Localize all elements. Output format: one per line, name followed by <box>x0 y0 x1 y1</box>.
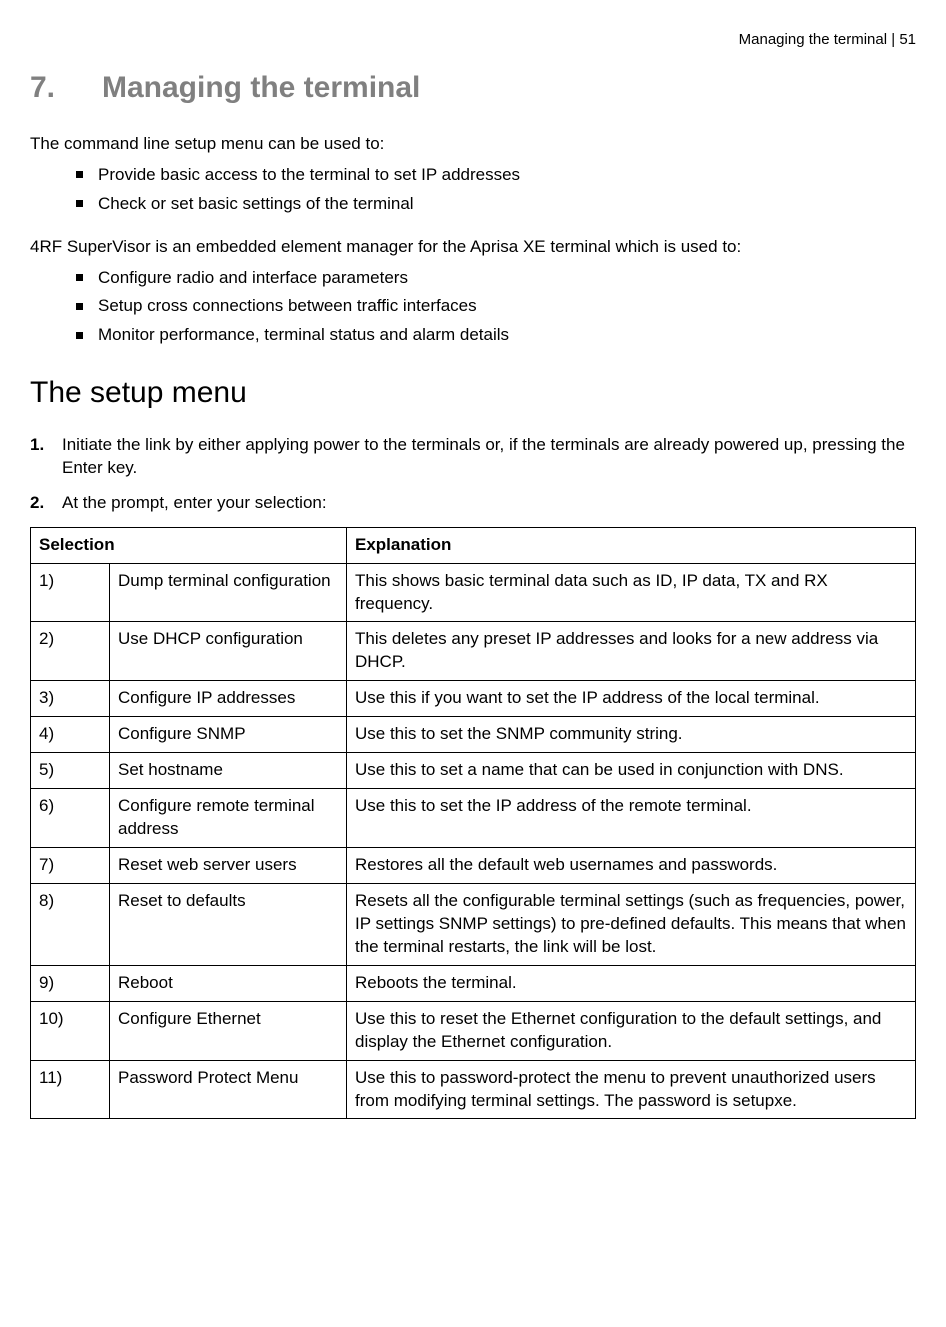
row-index: 7) <box>31 848 110 884</box>
row-index: 8) <box>31 883 110 965</box>
list-item: Check or set basic settings of the termi… <box>76 193 916 216</box>
selection-table: Selection Explanation 1) Dump terminal c… <box>30 527 916 1120</box>
row-name: Reset web server users <box>110 848 347 884</box>
header-title: Managing the terminal <box>739 31 887 48</box>
row-explanation: This deletes any preset IP addresses and… <box>347 622 916 681</box>
list-item: Monitor performance, terminal status and… <box>76 324 916 347</box>
row-name: Use DHCP configuration <box>110 622 347 681</box>
page-header: Managing the terminal | 51 <box>30 30 916 50</box>
row-explanation: Reboots the terminal. <box>347 965 916 1001</box>
row-explanation: Use this to set the SNMP community strin… <box>347 717 916 753</box>
row-explanation: Use this to password-protect the menu to… <box>347 1060 916 1119</box>
row-explanation: This shows basic terminal data such as I… <box>347 563 916 622</box>
intro-1: The command line setup menu can be used … <box>30 133 916 156</box>
row-explanation: Use this if you want to set the IP addre… <box>347 681 916 717</box>
row-explanation: Use this to set a name that can be used … <box>347 753 916 789</box>
row-explanation: Use this to reset the Ethernet configura… <box>347 1001 916 1060</box>
row-index: 10) <box>31 1001 110 1060</box>
step-text: At the prompt, enter your selection: <box>62 493 327 512</box>
row-index: 4) <box>31 717 110 753</box>
row-name: Reboot <box>110 965 347 1001</box>
table-row: 7) Reset web server users Restores all t… <box>31 848 916 884</box>
list-item: Setup cross connections between traffic … <box>76 295 916 318</box>
table-row: 1) Dump terminal configuration This show… <box>31 563 916 622</box>
row-name: Configure remote terminal address <box>110 789 347 848</box>
row-index: 2) <box>31 622 110 681</box>
intro-2: 4RF SuperVisor is an embedded element ma… <box>30 236 916 259</box>
row-name: Password Protect Menu <box>110 1060 347 1119</box>
row-index: 3) <box>31 681 110 717</box>
list-item: Provide basic access to the terminal to … <box>76 164 916 187</box>
row-name: Configure IP addresses <box>110 681 347 717</box>
row-index: 5) <box>31 753 110 789</box>
step-number: 2. <box>30 492 44 515</box>
row-name: Reset to defaults <box>110 883 347 965</box>
row-index: 11) <box>31 1060 110 1119</box>
table-row: 6) Configure remote terminal address Use… <box>31 789 916 848</box>
list-1: Provide basic access to the terminal to … <box>30 164 916 216</box>
row-index: 9) <box>31 965 110 1001</box>
header-sep: | <box>887 31 899 48</box>
row-index: 1) <box>31 563 110 622</box>
table-header-row: Selection Explanation <box>31 527 916 563</box>
table-row: 3) Configure IP addresses Use this if yo… <box>31 681 916 717</box>
row-name: Configure Ethernet <box>110 1001 347 1060</box>
row-name: Dump terminal configuration <box>110 563 347 622</box>
step-2: 2. At the prompt, enter your selection: <box>30 492 916 515</box>
row-index: 6) <box>31 789 110 848</box>
table-row: 2) Use DHCP configuration This deletes a… <box>31 622 916 681</box>
table-row: 11) Password Protect Menu Use this to pa… <box>31 1060 916 1119</box>
chapter-number: 7. <box>30 68 102 109</box>
table-row: 9) Reboot Reboots the terminal. <box>31 965 916 1001</box>
table-row: 5) Set hostname Use this to set a name t… <box>31 753 916 789</box>
row-explanation: Use this to set the IP address of the re… <box>347 789 916 848</box>
step-text: Initiate the link by either applying pow… <box>62 435 905 477</box>
row-explanation: Resets all the configurable terminal set… <box>347 883 916 965</box>
chapter-title: Managing the terminal <box>102 71 420 104</box>
table-row: 10) Configure Ethernet Use this to reset… <box>31 1001 916 1060</box>
row-name: Set hostname <box>110 753 347 789</box>
table-row: 4) Configure SNMP Use this to set the SN… <box>31 717 916 753</box>
row-name: Configure SNMP <box>110 717 347 753</box>
col-selection: Selection <box>31 527 347 563</box>
step-number: 1. <box>30 434 44 457</box>
chapter-heading: 7.Managing the terminal <box>30 68 916 109</box>
col-explanation: Explanation <box>347 527 916 563</box>
row-explanation: Restores all the default web usernames a… <box>347 848 916 884</box>
section-heading: The setup menu <box>30 373 916 414</box>
table-row: 8) Reset to defaults Resets all the conf… <box>31 883 916 965</box>
list-item: Configure radio and interface parameters <box>76 267 916 290</box>
header-page: 51 <box>899 31 916 48</box>
list-2: Configure radio and interface parameters… <box>30 267 916 348</box>
step-1: 1. Initiate the link by either applying … <box>30 434 916 480</box>
